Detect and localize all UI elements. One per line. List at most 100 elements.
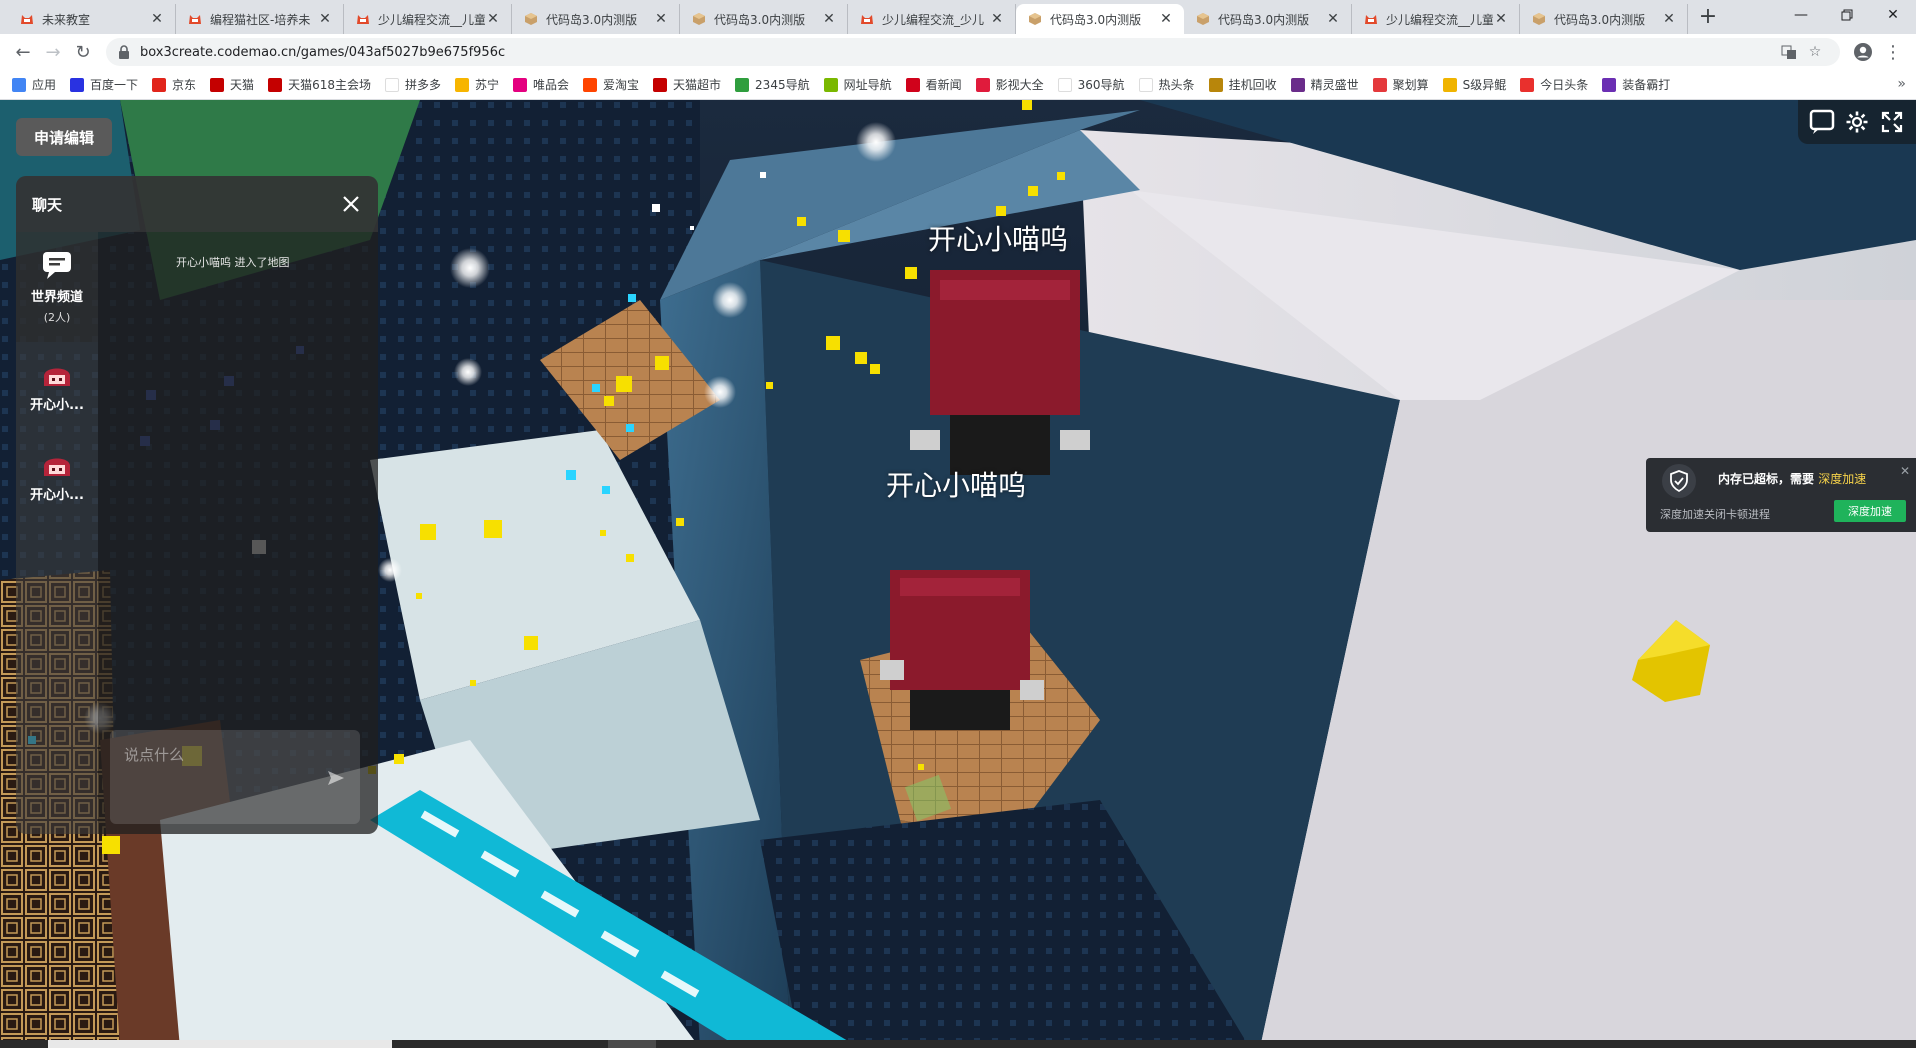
box3-cube-icon xyxy=(1532,12,1546,26)
bookmark-item[interactable]: 爱淘宝 xyxy=(583,76,639,93)
request-edit-button[interactable]: 申请编辑 xyxy=(16,118,112,156)
close-tab-icon[interactable]: ✕ xyxy=(1325,11,1341,27)
bookmark-star-icon[interactable]: ☆ xyxy=(1802,40,1828,64)
game-viewport[interactable]: 申请编辑 开心小喵呜 开心小喵呜 聊天 世界频道 (2人) 开心小... 开心小… xyxy=(0,100,1916,1048)
bookmark-item[interactable]: 热头条 xyxy=(1138,76,1195,93)
bookmark-item[interactable]: S级异鲲 xyxy=(1442,76,1506,93)
bookmark-label: 聚划算 xyxy=(1392,78,1429,92)
bookmark-item[interactable]: 挂机回收 xyxy=(1208,76,1277,93)
browser-tab[interactable]: 代码岛3.0内测版 ✕ xyxy=(512,4,680,34)
popup-title-highlight[interactable]: 深度加速 xyxy=(1818,472,1866,486)
chat-panel: 聊天 世界频道 (2人) 开心小... 开心小... 开心小喵呜 进入了地图 说… xyxy=(16,176,378,834)
bookmark-label: 看新闻 xyxy=(925,78,962,92)
settings-gear-icon[interactable] xyxy=(1842,107,1872,137)
close-tab-icon[interactable]: ✕ xyxy=(317,11,333,27)
bookmark-favicon-icon xyxy=(1520,77,1535,92)
profile-avatar-icon[interactable] xyxy=(1848,37,1878,67)
bookmark-label: 装备霸打 xyxy=(1622,78,1671,92)
browser-tab[interactable]: 代码岛3.0内测版 ✕ xyxy=(680,4,848,34)
close-tab-icon[interactable]: ✕ xyxy=(149,11,165,27)
close-tab-icon[interactable]: ✕ xyxy=(989,11,1005,27)
close-tab-icon[interactable]: ✕ xyxy=(653,11,669,27)
browser-tab[interactable]: 少儿编程交流__儿童 ✕ xyxy=(1352,4,1520,34)
close-icon[interactable] xyxy=(340,193,362,215)
bookmark-item[interactable]: 唯品会 xyxy=(513,76,569,93)
bookmark-item[interactable]: 网址导航 xyxy=(823,76,892,93)
bookmark-label: 百度一下 xyxy=(90,78,139,92)
bookmark-item[interactable]: 看新闻 xyxy=(905,76,962,93)
close-icon[interactable]: ✕ xyxy=(1900,464,1910,478)
browser-tab[interactable]: 少儿编程交流__儿童 ✕ xyxy=(344,4,512,34)
url-text[interactable]: box3create.codemao.cn/games/043af5027b9e… xyxy=(140,45,1776,60)
browser-tab[interactable]: 代码岛3.0内测版 ✕ xyxy=(1520,4,1688,34)
back-icon[interactable]: ← xyxy=(8,37,38,67)
browser-tab[interactable]: 代码岛3.0内测版 ✕ xyxy=(1016,4,1184,34)
reload-icon[interactable]: ↻ xyxy=(68,37,98,67)
close-tab-icon[interactable]: ✕ xyxy=(1493,11,1509,27)
bookmark-favicon-icon xyxy=(1057,77,1072,92)
bookmark-favicon-icon xyxy=(513,77,527,92)
bookmark-item[interactable]: 百度一下 xyxy=(70,76,138,93)
forward-icon[interactable]: → xyxy=(38,37,68,67)
chat-player-item[interactable]: 开心小... xyxy=(16,342,98,432)
close-tab-icon[interactable]: ✕ xyxy=(485,11,501,27)
lock-icon[interactable] xyxy=(118,45,132,59)
close-tab-icon[interactable]: ✕ xyxy=(821,11,837,27)
send-icon[interactable] xyxy=(326,768,346,788)
chat-player-item[interactable]: 开心小... xyxy=(16,432,98,522)
bookmark-item[interactable]: 360导航 xyxy=(1057,76,1125,93)
memory-warning-popup: 内存已超标，需要 深度加速 深度加速关闭卡顿进程 深度加速 ✕ xyxy=(1646,458,1916,532)
bookmark-item[interactable]: 天猫618主会场 xyxy=(268,76,371,93)
bookmark-label: 应用 xyxy=(32,78,57,92)
bookmark-item[interactable]: 今日头条 xyxy=(1520,76,1588,93)
bookmark-item[interactable]: 天猫 xyxy=(210,76,254,93)
fullscreen-icon[interactable] xyxy=(1877,107,1907,137)
bookmark-favicon-icon xyxy=(1372,77,1387,92)
bookmark-item[interactable]: 2345导航 xyxy=(735,76,810,93)
browser-tab[interactable]: 少儿编程交流_少儿 ✕ xyxy=(848,4,1016,34)
menu-kebab-icon[interactable]: ⋮ xyxy=(1878,37,1908,67)
bookmark-favicon-icon xyxy=(1208,77,1223,92)
translate-icon[interactable] xyxy=(1776,40,1802,64)
new-tab-button[interactable]: + xyxy=(1694,4,1722,32)
player-avatar-icon xyxy=(44,368,70,386)
bookmark-item[interactable]: 天猫超市 xyxy=(653,76,721,93)
tab-title: 未来教室 xyxy=(42,12,91,27)
bookmark-label: 京东 xyxy=(172,78,197,92)
taskbar-item[interactable] xyxy=(48,1040,392,1048)
tab-title: 少儿编程交流__儿童 xyxy=(378,12,485,27)
bookmark-item[interactable]: 影视大全 xyxy=(975,76,1044,93)
world-channel-tab[interactable]: 世界频道 (2人) xyxy=(16,232,98,342)
bookmark-item[interactable]: 应用 xyxy=(12,76,56,93)
close-tab-icon[interactable]: ✕ xyxy=(1661,11,1677,27)
game-toolbar xyxy=(1798,100,1916,144)
chat-toggle-icon[interactable] xyxy=(1807,107,1837,137)
restore-icon[interactable] xyxy=(1824,0,1870,30)
browser-tab[interactable]: 编程猫社区-培养未 ✕ xyxy=(176,4,344,34)
bookmark-item[interactable]: 精灵盛世 xyxy=(1290,76,1359,93)
close-window-icon[interactable]: ✕ xyxy=(1870,0,1916,30)
tab-title: 代码岛3.0内测版 xyxy=(714,12,806,27)
bookmark-item[interactable]: 京东 xyxy=(152,76,196,93)
bookmark-item[interactable]: 苏宁 xyxy=(454,76,499,93)
close-tab-icon[interactable]: ✕ xyxy=(1158,11,1174,27)
bookmark-item[interactable]: 拼多多 xyxy=(384,76,441,93)
browser-tab[interactable]: 代码岛3.0内测版 ✕ xyxy=(1184,4,1352,34)
chat-input[interactable]: 说点什么 xyxy=(110,730,360,824)
bookmark-favicon-icon xyxy=(583,77,598,92)
taskbar-item[interactable] xyxy=(608,1040,656,1048)
minimize-icon[interactable]: — xyxy=(1778,0,1824,30)
deep-accelerate-button[interactable]: 深度加速 xyxy=(1834,500,1906,522)
address-bar[interactable]: box3create.codemao.cn/games/043af5027b9e… xyxy=(106,38,1840,66)
bookmark-item[interactable]: 聚划算 xyxy=(1372,76,1429,93)
bookmark-favicon-icon xyxy=(653,77,668,92)
bookmark-item[interactable]: 装备霸打 xyxy=(1602,76,1670,93)
player-name-tag: 开心小喵呜 xyxy=(886,469,1027,502)
chat-system-message: 开心小喵呜 进入了地图 xyxy=(176,256,290,269)
tab-title: 少儿编程交流__儿童 xyxy=(1386,12,1493,27)
box3-cube-icon xyxy=(1028,12,1042,26)
browser-tab[interactable]: 未来教室 ✕ xyxy=(8,4,176,34)
chat-channel-list: 世界频道 (2人) 开心小... 开心小... xyxy=(16,232,98,834)
bookmark-label: 影视大全 xyxy=(995,78,1044,92)
bookmarks-overflow-icon[interactable]: » xyxy=(1897,76,1906,92)
